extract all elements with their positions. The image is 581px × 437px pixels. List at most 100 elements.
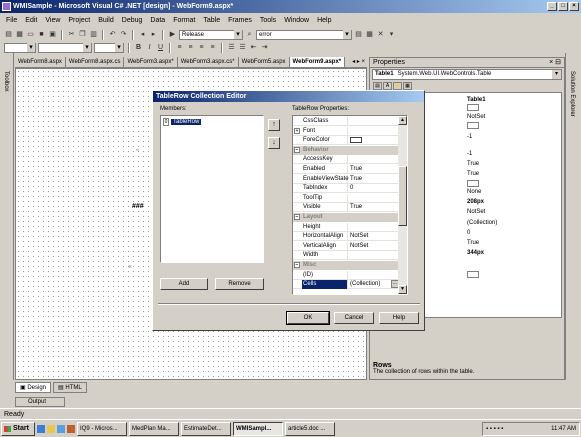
property-value[interactable]: None [467, 188, 481, 197]
property-scrollbar[interactable]: ▲ ▼ [398, 116, 407, 294]
ok-button[interactable]: OK [286, 311, 330, 325]
start-debug-icon[interactable]: ▶ [168, 30, 177, 39]
property-value[interactable] [349, 155, 399, 164]
property-value[interactable]: (Collection) [467, 219, 497, 228]
property-value[interactable] [349, 117, 399, 126]
taskbar-item[interactable]: WMISampl... [233, 421, 283, 436]
tab-html[interactable]: ▤ HTML [53, 382, 87, 393]
property-value[interactable] [349, 223, 399, 232]
align-right-icon[interactable]: ≡ [197, 43, 206, 52]
redo-icon[interactable]: ↷ [119, 30, 128, 39]
property-row[interactable]: Cells (Collection)... [293, 280, 399, 290]
property-value[interactable] [349, 127, 399, 136]
property-row[interactable]: + Font [293, 126, 399, 136]
property-value[interactable]: True [467, 160, 479, 169]
undo-icon[interactable]: ↶ [108, 30, 117, 39]
move-down-button[interactable]: ↓ [268, 137, 280, 149]
alphabetical-icon[interactable]: A [383, 82, 392, 90]
color-swatch[interactable] [467, 122, 479, 129]
property-category[interactable]: − Layout [293, 213, 399, 222]
scroll-up-icon[interactable]: ▲ [398, 116, 407, 125]
menu-build[interactable]: Build [94, 17, 118, 24]
outdent-icon[interactable]: ⇤ [249, 43, 258, 52]
property-value[interactable]: (Collection)... [349, 280, 399, 289]
menu-file[interactable]: File [2, 17, 21, 24]
close-button[interactable]: × [569, 2, 579, 11]
menu-tools[interactable]: Tools [256, 17, 280, 24]
align-left-icon[interactable]: ≡ [175, 43, 184, 52]
find-combo[interactable]: error [256, 29, 352, 40]
font-size-combo[interactable] [94, 42, 124, 53]
cut-icon[interactable]: ✂ [67, 30, 76, 39]
minimize-button[interactable]: _ [547, 2, 557, 11]
tablerow-property-grid[interactable]: CssClass + Font ForeColor − Behavior AccessKey… [292, 115, 408, 295]
collapse-icon[interactable]: − [294, 214, 300, 220]
property-category[interactable]: − Behavior [293, 145, 399, 155]
property-row[interactable]: CssClass [293, 117, 399, 126]
toolbox-icon[interactable]: ✕ [376, 30, 385, 39]
property-value[interactable]: True [467, 239, 479, 248]
remove-button[interactable]: Remove [215, 278, 264, 290]
taskbar-item[interactable]: IQ9 - Micros... [77, 421, 127, 436]
categorized-icon[interactable]: ▤ [373, 82, 382, 90]
property-row[interactable]: EnableViewState True [293, 174, 399, 184]
nav-back-icon[interactable]: ◂ [138, 30, 147, 39]
block-format-combo[interactable] [4, 42, 36, 53]
table-placeholder[interactable]: ### [132, 203, 144, 210]
menu-project[interactable]: Project [64, 17, 94, 24]
save-icon[interactable]: ■ [37, 30, 46, 39]
close-icon[interactable]: × ⊟ [549, 58, 561, 68]
collapse-icon[interactable]: − [294, 262, 300, 268]
property-value[interactable]: NotSet [467, 113, 485, 122]
property-value[interactable]: 0 [349, 184, 399, 193]
color-swatch[interactable] [467, 104, 479, 111]
copy-icon[interactable]: ❐ [78, 30, 87, 39]
menu-edit[interactable]: Edit [21, 17, 41, 24]
property-category[interactable]: − Misc [293, 261, 399, 270]
property-value[interactable]: True [349, 203, 399, 212]
property-value[interactable]: True [467, 170, 479, 179]
property-row[interactable]: Height [293, 222, 399, 232]
property-value[interactable]: NotSet [349, 232, 399, 241]
open-icon[interactable]: ▭ [26, 30, 35, 39]
quicklaunch-icon[interactable] [67, 424, 75, 433]
italic-icon[interactable]: I [145, 43, 154, 52]
menu-view[interactable]: View [41, 17, 64, 24]
numbered-list-icon[interactable]: ☰ [227, 43, 236, 52]
align-center-icon[interactable]: ≡ [186, 43, 195, 52]
property-value[interactable]: 344px [467, 249, 484, 258]
property-value[interactable]: True [349, 175, 399, 184]
property-row[interactable]: AccessKey [293, 155, 399, 165]
list-item[interactable]: 0 TableRow [163, 118, 261, 126]
property-value[interactable]: -1 [467, 150, 472, 159]
solution-explorer-strip[interactable]: Solution Explorer [565, 53, 581, 380]
font-name-combo[interactable] [38, 42, 92, 53]
menu-help[interactable]: Help [313, 17, 335, 24]
bullet-list-icon[interactable]: ☰ [238, 43, 247, 52]
taskbar-item[interactable]: EstimateDet... [181, 421, 231, 436]
tab-design[interactable]: ▣ Design [15, 382, 52, 393]
property-value[interactable]: True [349, 165, 399, 174]
menu-debug[interactable]: Debug [118, 17, 147, 24]
property-row[interactable]: (ID) [293, 270, 399, 280]
doc-tab[interactable]: WebForm8.aspx [15, 57, 66, 67]
find-icon[interactable]: ⌕ [245, 30, 254, 39]
color-swatch[interactable] [467, 271, 479, 278]
object-selector[interactable]: Table1 System.Web.UI.WebControls.Table [372, 69, 562, 80]
paste-icon[interactable]: ▥ [89, 30, 98, 39]
property-row[interactable]: Width [293, 251, 399, 261]
property-row[interactable]: Visible True [293, 203, 399, 213]
events-icon[interactable]: ⚡ [393, 82, 402, 90]
property-value[interactable] [349, 271, 399, 280]
toolbox-strip[interactable]: Toolbox [0, 53, 14, 380]
menu-data[interactable]: Data [146, 17, 169, 24]
start-button[interactable]: Start [1, 421, 35, 436]
taskbar-item[interactable]: MedPlan Ma... [129, 421, 179, 436]
indent-icon[interactable]: ⇥ [260, 43, 269, 52]
property-row[interactable]: HorizontalAlign NotSet [293, 232, 399, 242]
doc-tab[interactable]: WebForm3.aspx* [124, 57, 178, 67]
help-button[interactable]: Help [379, 312, 419, 324]
save-all-icon[interactable]: ▣ [48, 30, 57, 39]
ie-icon[interactable] [37, 424, 45, 433]
tab-scroll-arrows-icon[interactable]: ◂ ▸ × [352, 58, 365, 65]
